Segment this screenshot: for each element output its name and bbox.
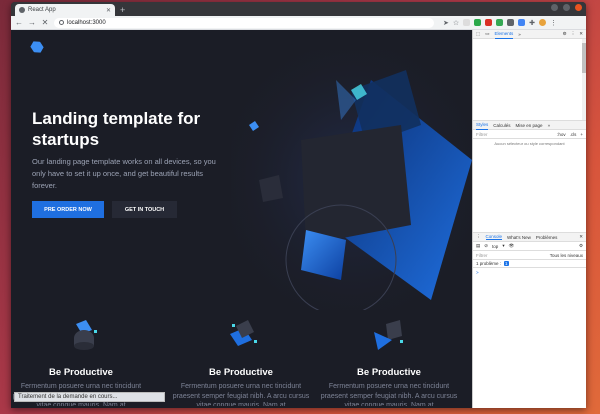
close-tab-icon[interactable]: ✕ xyxy=(106,7,111,14)
tab-console[interactable]: Console xyxy=(485,234,503,240)
sidebar-toggle-icon[interactable]: ▤ xyxy=(476,243,480,249)
feature-text: Fermentum posuere urna nec tincidunt pra… xyxy=(172,383,310,406)
avatar[interactable] xyxy=(539,19,547,26)
console-prompt[interactable]: > xyxy=(473,268,586,277)
tab-computed[interactable]: Calculés xyxy=(493,123,510,128)
extensions-area: ➤ ☆ ✚ ⋮ xyxy=(443,19,557,27)
styles-tabs: Styles Calculés Mise en page » xyxy=(473,121,586,130)
scrollbar[interactable] xyxy=(582,39,586,120)
console-filter-input[interactable]: Filtrer xyxy=(476,253,542,258)
add-rule-icon[interactable]: + xyxy=(580,132,583,137)
close-window-button[interactable] xyxy=(575,4,582,11)
forward-icon[interactable]: → xyxy=(28,18,36,27)
hov-toggle[interactable]: :hov xyxy=(557,132,566,137)
pre-order-button[interactable]: PRE ORDER NOW xyxy=(32,201,104,218)
back-icon[interactable]: ← xyxy=(15,18,23,27)
inspect-icon[interactable]: ⬚ xyxy=(476,31,480,37)
drawer-tabs: ⋮ Console What's New Problèmes ✕ xyxy=(473,233,586,242)
tab-whats-new[interactable]: What's New xyxy=(507,235,531,240)
chevron-down-icon[interactable]: ▾ xyxy=(502,243,504,249)
extension-icon[interactable] xyxy=(507,19,515,26)
styles-filter-input[interactable]: Filtrer xyxy=(476,132,553,137)
extension-icon[interactable] xyxy=(496,19,504,26)
hero-text: Our landing page template works on all d… xyxy=(32,157,216,190)
console-toolbar: ▤ ⊘ top ▾ 👁 ⚙ xyxy=(473,242,586,251)
get-in-touch-button[interactable]: GET IN TOUCH xyxy=(112,201,177,218)
puzzle-icon[interactable]: ✚ xyxy=(529,19,535,27)
console-filter-row: Filtrer Tous les niveaux xyxy=(473,251,586,260)
more-tabs-icon[interactable]: » xyxy=(548,123,551,128)
extension-icon[interactable] xyxy=(518,19,526,26)
extension-icon[interactable] xyxy=(474,19,482,26)
styles-pane: Filtrer :hov .cls + Aucun sélecteur ou s… xyxy=(473,130,586,233)
hero-title: Landing template for startups xyxy=(32,109,201,149)
elements-tree[interactable] xyxy=(473,39,586,121)
menu-dots-icon[interactable]: ⋮ xyxy=(550,19,557,27)
devtools-panel: ⬚ ▭ Elements » ⚙ ⋮ ✕ Styles Calculés Mis… xyxy=(472,30,586,408)
extension-icon[interactable] xyxy=(463,19,471,26)
close-drawer-icon[interactable]: ✕ xyxy=(579,234,583,240)
address-text: localhost:3000 xyxy=(67,19,106,26)
logo-icon[interactable] xyxy=(29,39,45,55)
levels-select[interactable]: Tous les niveaux xyxy=(550,253,583,258)
device-icon[interactable]: ▭ xyxy=(485,31,489,37)
problems-label: 1 problème : xyxy=(476,261,502,266)
feature-text: Fermentum posuere urna nec tincidunt pra… xyxy=(320,383,458,406)
devtools-actions: ⚙ ⋮ ✕ xyxy=(563,31,583,37)
feature-title: Be Productive xyxy=(49,367,113,378)
feature-title: Be Productive xyxy=(357,367,421,378)
gear-icon[interactable]: ⚙ xyxy=(579,243,583,249)
feature-title: Be Productive xyxy=(209,367,273,378)
styles-filter-row: Filtrer :hov .cls + xyxy=(473,130,586,139)
eye-icon[interactable]: 👁 xyxy=(509,243,515,249)
tab-elements[interactable]: Elements xyxy=(494,30,514,39)
menu-dots-icon[interactable]: ⋮ xyxy=(571,31,576,37)
minimize-button[interactable] xyxy=(551,4,558,11)
problems-row[interactable]: 1 problème : 1 xyxy=(473,260,586,268)
tab-problems[interactable]: Problèmes xyxy=(536,235,558,240)
tab-title: React App xyxy=(28,7,56,13)
context-select[interactable]: top xyxy=(492,244,498,249)
browser-toolbar: ← → ✕ localhost:3000 ➤ ☆ ✚ ⋮ xyxy=(11,16,586,30)
tab-bar: React App ✕ + xyxy=(11,2,586,16)
dark-cube-shape xyxy=(301,125,411,245)
drawer-menu-icon[interactable]: ⋮ xyxy=(476,234,481,240)
no-style-message: Aucun sélecteur ou style correspondant xyxy=(494,141,565,146)
new-tab-button[interactable]: + xyxy=(120,4,125,16)
feature-card: Be Productive Fermentum posuere urna nec… xyxy=(319,310,459,406)
devtools-tabs: ⬚ ▭ Elements » ⚙ ⋮ ✕ xyxy=(473,30,586,39)
cls-toggle[interactable]: .cls xyxy=(570,132,577,137)
arrow-cube-icon xyxy=(374,320,403,350)
hero-illustration xyxy=(231,50,472,310)
tab-layout[interactable]: Mise en page xyxy=(516,123,543,128)
cylinder-icon xyxy=(74,320,97,350)
page-viewport: Landing template for startups Our landin… xyxy=(11,30,472,408)
window-controls xyxy=(551,4,582,11)
send-icon[interactable]: ➤ xyxy=(443,19,449,27)
close-icon[interactable]: ✕ xyxy=(579,31,583,37)
maximize-button[interactable] xyxy=(563,4,570,11)
cube-icon xyxy=(230,320,257,346)
stop-icon[interactable]: ✕ xyxy=(41,18,49,27)
clear-console-icon[interactable]: ⊘ xyxy=(484,243,488,249)
feature-card: Be Productive Fermentum posuere urna nec… xyxy=(171,310,311,406)
status-bar: Traitement de la demande en cours... xyxy=(14,392,165,402)
problems-badge: 1 xyxy=(504,261,509,266)
react-favicon-icon xyxy=(19,7,25,13)
gear-icon[interactable]: ⚙ xyxy=(563,31,567,37)
address-bar[interactable]: localhost:3000 xyxy=(54,17,434,28)
browser-window: React App ✕ + ← → ✕ localhost:3000 ➤ ☆ ✚ xyxy=(11,2,586,408)
more-tabs-icon[interactable]: » xyxy=(518,32,521,37)
site-info-icon[interactable] xyxy=(59,20,64,25)
browser-tab[interactable]: React App ✕ xyxy=(15,4,115,16)
bookmark-star-icon[interactable]: ☆ xyxy=(453,19,459,27)
tab-styles[interactable]: Styles xyxy=(476,121,489,130)
extension-icon[interactable] xyxy=(485,19,493,26)
